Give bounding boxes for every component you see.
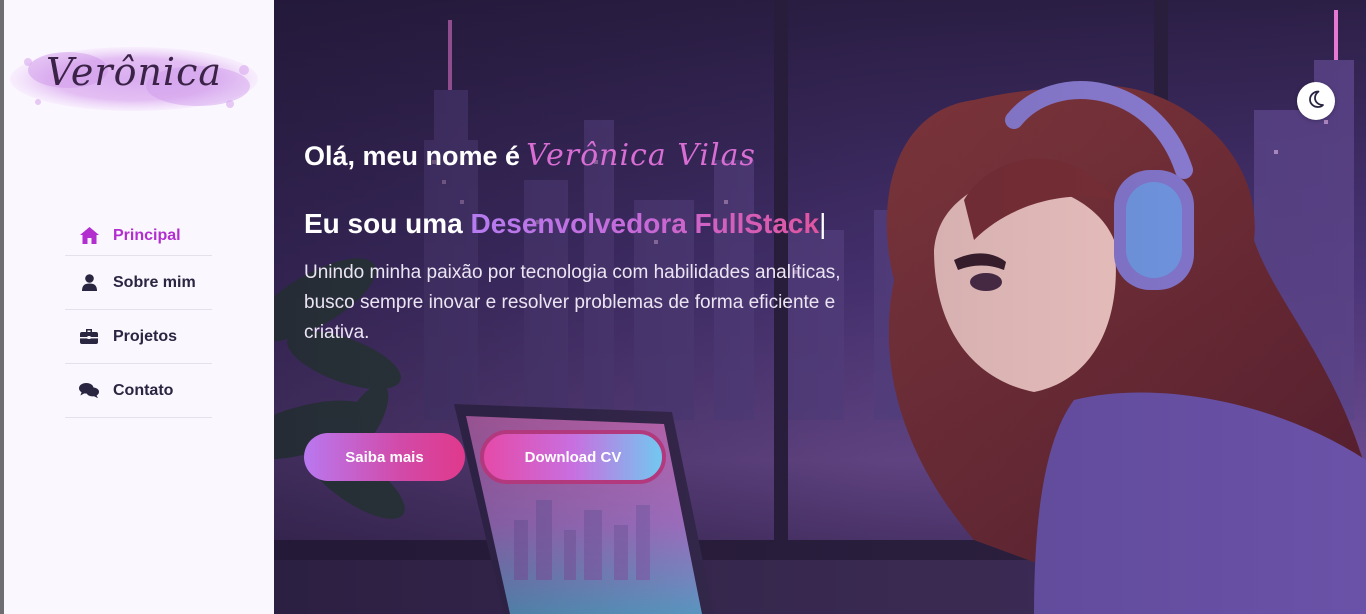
sidebar: Verônica Principal Sobre mim Projetos Co… xyxy=(4,0,274,614)
saiba-mais-button[interactable]: Saiba mais xyxy=(304,433,465,481)
nav-item-label: Contato xyxy=(113,381,174,399)
nav-item-principal[interactable]: Principal xyxy=(65,216,212,256)
theme-toggle-button[interactable] xyxy=(1297,82,1335,120)
greeting: Olá, meu nome é Verônica Vilas xyxy=(304,138,884,182)
role-prefix: Eu sou uma xyxy=(304,208,463,239)
logo[interactable]: Verônica xyxy=(8,40,260,118)
user-icon xyxy=(79,273,99,293)
nav-item-label: Sobre mim xyxy=(113,273,196,291)
nav-item-label: Principal xyxy=(113,226,181,244)
nav-item-contato[interactable]: Contato xyxy=(65,364,212,418)
nav-item-projetos[interactable]: Projetos xyxy=(65,310,212,364)
role-accent: Desenvolvedora FullStack xyxy=(470,208,820,239)
hero-section: Olá, meu nome é Verônica Vilas Eu sou um… xyxy=(274,0,1366,614)
hero-actions: Saiba mais Download CV xyxy=(304,430,666,484)
main-nav: Principal Sobre mim Projetos Contato xyxy=(65,216,212,418)
moon-icon xyxy=(1307,90,1325,112)
greeting-text: Olá, meu nome é xyxy=(304,141,521,171)
logo-text: Verônica xyxy=(45,50,223,94)
download-cv-button[interactable]: Download CV xyxy=(480,430,666,484)
hero-description: Unindo minha paixão por tecnologia com h… xyxy=(304,262,841,343)
home-icon xyxy=(79,226,99,246)
typing-caret: | xyxy=(819,208,827,239)
briefcase-icon xyxy=(79,327,99,347)
nav-item-sobre-mim[interactable]: Sobre mim xyxy=(65,256,212,310)
developer-name: Verônica Vilas xyxy=(526,138,756,173)
chat-icon xyxy=(79,381,99,401)
nav-item-label: Projetos xyxy=(113,327,178,345)
hero-content: Olá, meu nome é Verônica Vilas Eu sou um… xyxy=(304,138,884,367)
role-headline: Eu sou uma Desenvolvedora FullStack| xyxy=(304,208,884,240)
